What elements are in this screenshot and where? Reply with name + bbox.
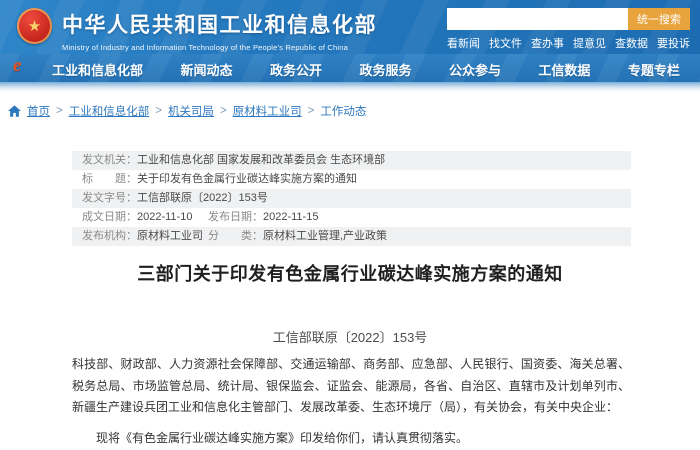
meta-value: 2022-11-15 xyxy=(263,211,318,223)
meta-label: 成文日期： xyxy=(82,211,137,223)
breadcrumb-separator: > xyxy=(308,105,315,117)
miit-e-logo-icon: e xyxy=(13,55,21,77)
nav-item-miit-data[interactable]: 工信数据 xyxy=(538,60,590,79)
ministry-name-cn: 中华人民共和国工业和信息化部 xyxy=(62,9,377,39)
miit-notice-page: ★ 中华人民共和国工业和信息化部 Ministry of Industry an… xyxy=(0,0,700,450)
breadcrumb-departments[interactable]: 机关司局 xyxy=(168,103,214,119)
meta-row-issuing-agency: 发文机关：工业和信息化部 国家发展和改革委员会 生态环境部 xyxy=(72,151,631,170)
breadcrumb-separator: > xyxy=(220,105,227,117)
nav-item-miit[interactable]: 工业和信息化部 xyxy=(52,60,143,79)
logo-glyph: e xyxy=(13,55,21,76)
quick-link-documents[interactable]: 找文件 xyxy=(489,35,522,51)
meta-row-dates: 成文日期：2022-11-10 发布日期：2022-11-15 xyxy=(72,208,631,227)
meta-value: 工信部联原〔2022〕153号 xyxy=(137,192,268,204)
meta-value: 原材料工业司 xyxy=(137,230,203,242)
home-icon[interactable] xyxy=(8,105,21,117)
meta-value: 工业和信息化部 国家发展和改革委员会 生态环境部 xyxy=(137,154,385,166)
breadcrumb-separator: > xyxy=(155,105,162,117)
meta-label: 标 题： xyxy=(82,173,137,185)
nav-item-gov-services[interactable]: 政务服务 xyxy=(359,60,411,79)
breadcrumb-miit[interactable]: 工业和信息化部 xyxy=(69,103,150,119)
nav-item-special-topics[interactable]: 专题专栏 xyxy=(628,60,680,79)
search-input[interactable] xyxy=(447,8,628,30)
quick-links: 看新闻 找文件 查办事 提意见 查数据 要投诉 xyxy=(447,35,690,51)
quick-link-news[interactable]: 看新闻 xyxy=(447,35,480,51)
site-masthead: 中华人民共和国工业和信息化部 Ministry of Industry and … xyxy=(62,9,377,52)
nav-item-gov-affairs-open[interactable]: 政务公开 xyxy=(270,60,322,79)
article-title: 三部门关于印发有色金属行业碳达峰实施方案的通知 xyxy=(30,260,670,286)
quick-link-services[interactable]: 查办事 xyxy=(531,35,564,51)
quick-link-data[interactable]: 查数据 xyxy=(615,35,648,51)
meta-label: 发文机关： xyxy=(82,154,137,166)
article-doc-number: 工信部联原〔2022〕153号 xyxy=(30,327,670,346)
breadcrumb-work-updates[interactable]: 工作动态 xyxy=(320,103,366,119)
meta-value: 2022-11-10 xyxy=(137,211,192,223)
main-nav-items: 工业和信息化部 新闻动态 政务公开 政务服务 公众参与 工信数据 专题专栏 xyxy=(52,60,690,79)
meta-row-doc-number: 发文字号：工信部联原〔2022〕153号 xyxy=(72,189,631,208)
site-banner: ★ 中华人民共和国工业和信息化部 Ministry of Industry an… xyxy=(0,0,700,54)
breadcrumb-separator: > xyxy=(56,105,63,117)
meta-second-column: 发布日期：2022-11-15 xyxy=(208,208,318,227)
document-meta-table: 发文机关：工业和信息化部 国家发展和改革委员会 生态环境部 标 题：关于印发有色… xyxy=(72,151,631,246)
meta-row-title: 标 题：关于印发有色金属行业碳达峰实施方案的通知 xyxy=(72,170,631,189)
meta-value: 原材料工业管理,产业政策 xyxy=(263,230,387,242)
unified-search: 统一搜索 xyxy=(447,8,690,30)
emblem-star-glyph: ★ xyxy=(28,19,41,34)
meta-label: 发布机构： xyxy=(82,230,137,242)
article-paragraph-body: 现将《有色金属行业碳达峰实施方案》印发给你们，请认真贯彻落实。 xyxy=(72,428,630,450)
unified-search-button[interactable]: 统一搜索 xyxy=(628,8,690,30)
nav-fade-strip xyxy=(0,82,700,92)
quick-link-feedback[interactable]: 提意见 xyxy=(573,35,606,51)
nav-item-news[interactable]: 新闻动态 xyxy=(180,60,232,79)
breadcrumb-raw-materials-dept[interactable]: 原材料工业司 xyxy=(233,103,302,119)
meta-second-column: 分 类：原材料工业管理,产业政策 xyxy=(208,227,387,246)
national-emblem-icon: ★ xyxy=(17,8,52,44)
meta-row-publisher: 发布机构：原材料工业司 分 类：原材料工业管理,产业政策 xyxy=(72,227,631,246)
breadcrumb-home[interactable]: 首页 xyxy=(27,103,50,119)
quick-link-complaint[interactable]: 要投诉 xyxy=(657,35,690,51)
nav-item-public-participation[interactable]: 公众参与 xyxy=(449,60,501,79)
breadcrumb: 首页 > 工业和信息化部 > 机关司局 > 原材料工业司 > 工作动态 xyxy=(8,103,366,119)
meta-label: 发布日期： xyxy=(208,211,263,223)
ministry-name-en: Ministry of Industry and Information Tec… xyxy=(62,43,377,52)
meta-label: 发文字号： xyxy=(82,192,137,204)
meta-label: 分 类： xyxy=(208,230,263,242)
meta-value: 关于印发有色金属行业碳达峰实施方案的通知 xyxy=(137,173,357,185)
article-paragraph-recipients: 科技部、财政部、人力资源社会保障部、交通运输部、商务部、应急部、人民银行、国资委… xyxy=(72,354,630,419)
